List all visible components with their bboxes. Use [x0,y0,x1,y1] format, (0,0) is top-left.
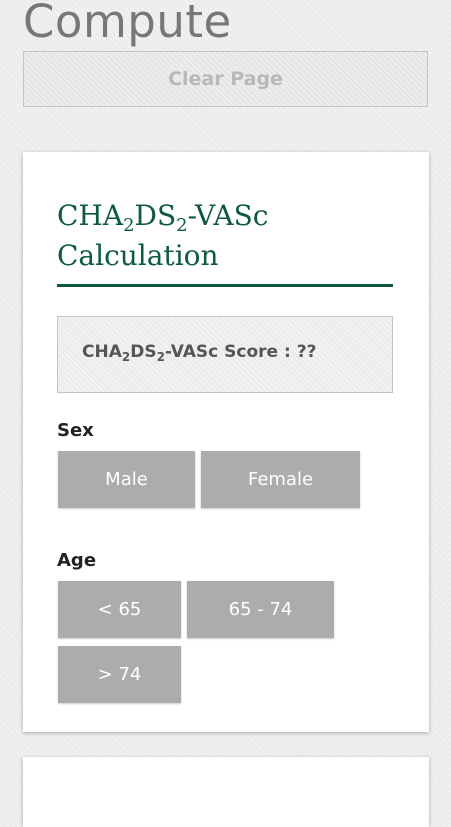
age-over-74-button[interactable]: > 74 [58,646,181,703]
age-65-74-button[interactable]: 65 - 74 [187,581,334,638]
clear-page-button[interactable]: Clear Page [23,51,428,107]
title-text-calculation: Calculation [57,239,219,272]
score-subscript-2: 2 [156,350,165,364]
title-text-ds: DS [134,199,177,232]
score-subscript-1: 2 [121,350,131,364]
title-text-vasc: -VASc [187,199,269,232]
calculator-card: CHA2DS2-VASc Calculation CHA2DS2-VASc Sc… [23,152,429,732]
next-card [23,757,429,827]
score-text-cha: CHA [82,342,122,362]
title-divider [57,284,393,287]
sex-female-button[interactable]: Female [201,451,360,508]
score-text-ds: DS [130,342,157,362]
score-text-value: -VASc Score : ?? [164,342,317,362]
age-label: Age [57,550,97,571]
age-under-65-button[interactable]: < 65 [58,581,181,638]
title-subscript-2: 2 [176,215,188,236]
page-heading: Compute [23,0,232,48]
sex-label: Sex [57,420,94,441]
title-subscript-1: 2 [123,215,135,236]
calculator-title: CHA2DS2-VASc Calculation [57,196,393,276]
title-text-cha: CHA [57,199,124,232]
sex-male-button[interactable]: Male [58,451,195,508]
score-text: CHA2DS2-VASc Score : ?? [82,342,317,364]
score-display: CHA2DS2-VASc Score : ?? [57,316,393,393]
